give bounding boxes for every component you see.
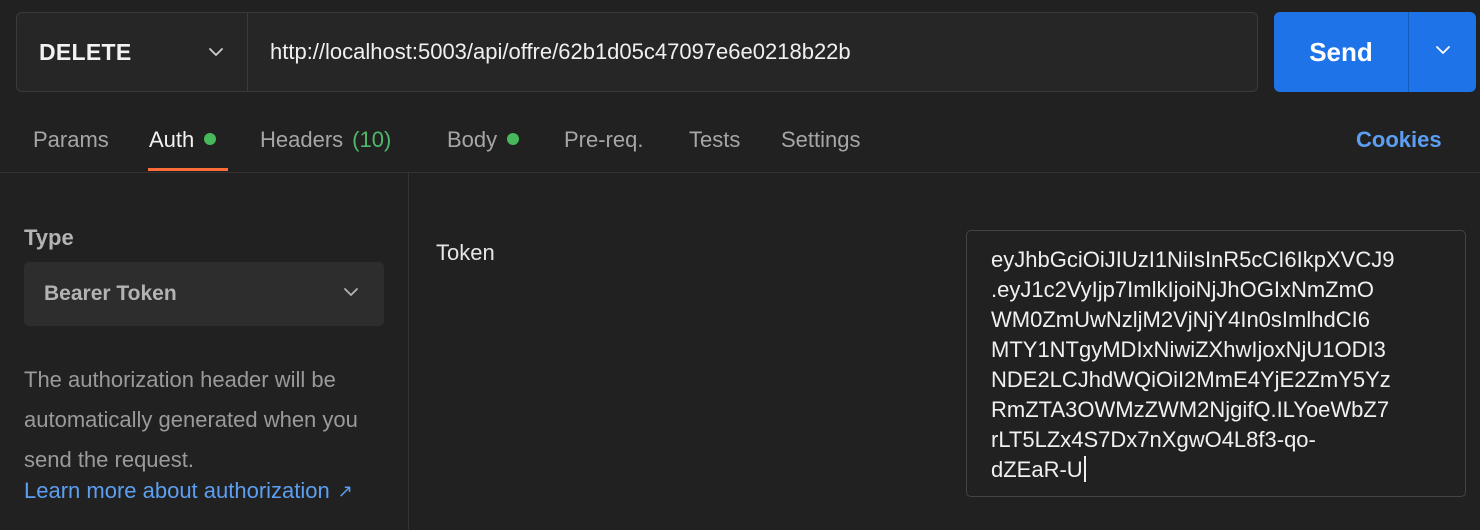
tab-label: Auth: [149, 127, 195, 152]
tab-label: Settings: [781, 127, 861, 152]
learn-more-link[interactable]: Learn more about authorization ↗: [24, 478, 353, 504]
divider: [0, 172, 1480, 173]
method-select[interactable]: DELETE: [17, 13, 248, 91]
url-input[interactable]: http://localhost:5003/api/offre/62b1d05c…: [248, 13, 1257, 91]
token-line: rLT5LZx4S7Dx7nXgwO4L8f3-qo-: [991, 427, 1316, 452]
request-tabs: Params Auth Headers (10) Body Pre-req. T…: [0, 112, 1480, 172]
tab-auth[interactable]: Auth: [149, 112, 217, 172]
tab-tests[interactable]: Tests: [689, 112, 740, 172]
token-input[interactable]: eyJhbGciOiJIUzI1NiIsInR5cCI6IkpXVCJ9 .ey…: [966, 230, 1466, 497]
token-line: MTY1NTgyMDIxNiwiZXhwIjoxNjU1ODI3: [991, 337, 1386, 362]
tab-headers[interactable]: Headers (10): [260, 112, 391, 172]
send-button-group: Send: [1274, 12, 1476, 92]
token-line: .eyJ1c2VyIjp7ImlkIjoiNjJhOGIxNmZmO: [991, 277, 1375, 302]
tab-label: Pre-req.: [564, 127, 644, 152]
auth-type-label: Type: [24, 225, 74, 250]
send-button[interactable]: Send: [1274, 12, 1408, 92]
divider: [408, 173, 409, 530]
auth-help-text: The authorization header will be automat…: [24, 367, 358, 472]
active-tab-indicator: [148, 168, 228, 171]
chevron-down-icon: [1434, 41, 1452, 64]
cookies-link[interactable]: Cookies: [1356, 127, 1442, 153]
token-line: RmZTA3OWMzZWM2NjgifQ.ILYoeWbZ7: [991, 397, 1390, 422]
token-line: WM0ZmUwNzljM2VjNjY4In0sImlhdCI6: [991, 307, 1370, 332]
tab-label: Params: [33, 127, 109, 152]
tab-settings[interactable]: Settings: [781, 112, 861, 172]
auth-type-select[interactable]: Bearer Token: [24, 262, 384, 326]
headers-count: (10): [352, 127, 392, 152]
status-dot: [507, 133, 520, 145]
token-line-text: dZEaR-U: [991, 457, 1083, 482]
text-caret: [1083, 456, 1086, 482]
method-label: DELETE: [39, 38, 132, 65]
chevron-down-icon: [342, 283, 360, 306]
tab-label: Headers: [260, 127, 344, 152]
tab-label: Tests: [689, 127, 741, 152]
status-dot: [204, 133, 217, 145]
learn-more-label: Learn more about authorization: [24, 478, 330, 503]
token-line-last: dZEaR-U: [991, 455, 1445, 485]
external-link-arrow-icon: ↗: [337, 480, 353, 501]
tab-params[interactable]: Params: [33, 112, 109, 172]
chevron-down-icon: [207, 43, 225, 61]
request-bar: DELETE http://localhost:5003/api/offre/6…: [16, 12, 1258, 92]
token-label: Token: [436, 240, 495, 265]
tab-body[interactable]: Body: [447, 112, 520, 172]
token-line: eyJhbGciOiJIUzI1NiIsInR5cCI6IkpXVCJ9: [991, 247, 1395, 272]
send-options-button[interactable]: [1409, 12, 1476, 92]
token-line: NDE2LCJhdWQiOiI2MmE4YjE2ZmY5Yz: [991, 367, 1391, 392]
tab-label: Body: [447, 127, 498, 152]
auth-type-value: Bearer Token: [44, 282, 177, 305]
tab-pre-request[interactable]: Pre-req.: [564, 112, 643, 172]
